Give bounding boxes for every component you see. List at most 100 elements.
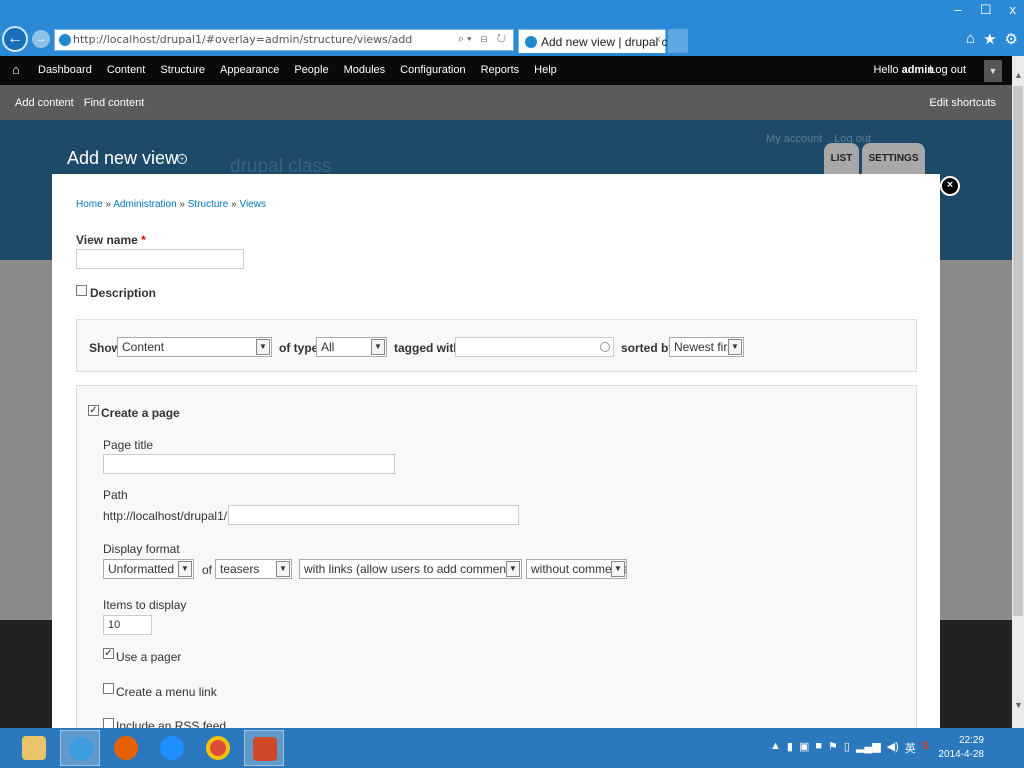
breadcrumb-home[interactable]: Home	[76, 199, 103, 210]
required-mark: *	[141, 233, 146, 247]
page-title-input[interactable]	[103, 454, 395, 474]
shortcut-find-content[interactable]: Find content	[84, 97, 145, 109]
menu-link-checkbox[interactable]	[103, 683, 114, 694]
row-style-arrow-icon: ▼	[276, 561, 290, 577]
rss-label[interactable]: Include an RSS feed	[116, 719, 226, 728]
toolbar-item-help[interactable]: Help	[534, 64, 557, 76]
network-icon[interactable]: ▂▄▆	[856, 740, 881, 756]
action-center-flag-icon[interactable]: ⚑	[828, 740, 838, 756]
toolbar-logout-link[interactable]: Log out	[929, 64, 966, 76]
new-tab-button[interactable]	[668, 29, 688, 53]
create-page-label[interactable]: Create a page	[101, 406, 180, 420]
ie-toolbar-icons: ⌂ ★ ⚙	[966, 30, 1018, 48]
shortcut-add-content[interactable]: Add content	[15, 97, 74, 109]
taskbar-firefox[interactable]	[106, 730, 146, 766]
close-window-button[interactable]: x	[1010, 2, 1017, 18]
page-scrollbar[interactable]: ▲ ▼	[1012, 56, 1024, 728]
overlay-close-icon[interactable]: ×	[940, 176, 960, 196]
description-label[interactable]: Description	[90, 286, 156, 300]
browser-tab[interactable]: Add new view | drupal cl... ×	[518, 29, 680, 53]
tray-arrow-icon[interactable]: ▲	[770, 740, 781, 756]
taskbar-ie[interactable]	[60, 730, 100, 766]
sorted-by-select[interactable]: Newest first ▼	[669, 337, 744, 357]
taskbar-chrome[interactable]	[198, 730, 238, 766]
taskbar-clock[interactable]: 22:29 2014-4-28	[938, 734, 984, 762]
create-page-checkbox[interactable]: ✓	[88, 405, 99, 416]
scrollbar-thumb[interactable]	[1013, 86, 1023, 616]
scroll-down-icon[interactable]: ▼	[1014, 700, 1023, 710]
description-checkbox[interactable]	[76, 285, 87, 296]
edit-shortcuts-link[interactable]: Edit shortcuts	[929, 97, 996, 109]
items-to-display-input[interactable]: 10	[103, 615, 152, 635]
menu-link-label[interactable]: Create a menu link	[116, 685, 217, 699]
display-style-select[interactable]: Unformatted list ▼	[103, 559, 194, 579]
address-bar[interactable]: http://localhost/drupal1/#overlay=admin/…	[54, 29, 514, 51]
tab-close-icon[interactable]: ×	[655, 34, 661, 46]
view-name-label: View name *	[76, 233, 146, 247]
breadcrumb-administration[interactable]: Administration	[113, 199, 176, 210]
maximize-button[interactable]: ☐	[980, 2, 992, 18]
forward-arrow-icon[interactable]: →	[32, 30, 50, 48]
path-input[interactable]	[228, 505, 519, 525]
toolbar-item-structure[interactable]: Structure	[160, 64, 205, 76]
sorted-by-select-arrow-icon: ▼	[728, 339, 742, 355]
ime-indicator[interactable]: 英	[905, 740, 916, 756]
taskbar-skype-app[interactable]	[152, 730, 192, 766]
links-select[interactable]: with links (allow users to add comments,…	[299, 559, 522, 579]
back-arrow-icon[interactable]: ←	[2, 26, 28, 52]
tray-phone-icon[interactable]: ▯	[844, 740, 850, 756]
settings-gear-icon[interactable]: ⚙	[1005, 30, 1018, 48]
wizard-show-fieldset: Show Content ▼ of type All ▼ tagged with s…	[76, 319, 917, 372]
shortcut-add-icon[interactable]: +	[177, 154, 187, 164]
toolbar-item-dashboard[interactable]: Dashboard	[38, 64, 92, 76]
use-pager-label[interactable]: Use a pager	[116, 650, 181, 664]
of-type-select[interactable]: All ▼	[316, 337, 387, 357]
toolbar-item-reports[interactable]: Reports	[481, 64, 520, 76]
rss-checkbox[interactable]	[103, 718, 114, 728]
toolbar-home-icon[interactable]: ⌂	[12, 62, 20, 77]
site-account-links: My account Log out	[766, 133, 871, 145]
page-title-label: Page title	[103, 438, 154, 452]
display-format-label: Display format	[103, 542, 180, 556]
comments-arrow-icon: ▼	[611, 561, 625, 577]
user-greeting: Hello admin	[873, 64, 934, 76]
scroll-up-icon[interactable]: ▲	[1014, 70, 1023, 80]
favorites-star-icon[interactable]: ★	[983, 30, 996, 48]
shortcuts-bar: Add content Find content Edit shortcuts	[0, 85, 1012, 120]
breadcrumb-views[interactable]: Views	[239, 199, 266, 210]
tab-settings[interactable]: SETTINGS	[862, 143, 925, 174]
show-select-value: Content	[122, 340, 165, 354]
my-account-link[interactable]: My account	[766, 133, 822, 145]
tagged-with-input[interactable]	[455, 337, 614, 357]
row-style-select[interactable]: teasers ▼	[215, 559, 292, 579]
tray-green-icon[interactable]: ■	[815, 740, 822, 756]
toolbar-item-appearance[interactable]: Appearance	[220, 64, 279, 76]
taskbar-explorer[interactable]	[14, 730, 54, 766]
toolbar-item-modules[interactable]: Modules	[344, 64, 386, 76]
address-url[interactable]: http://localhost/drupal1/#overlay=admin/…	[73, 33, 412, 46]
toolbar-item-configuration[interactable]: Configuration	[400, 64, 465, 76]
links-value: with links (allow users to add comments,…	[304, 562, 522, 576]
address-tools-icon[interactable]: ⌕▾ ⊟ ↻	[458, 33, 509, 46]
minimize-button[interactable]: –	[955, 2, 962, 18]
autocomplete-throbber-icon	[600, 342, 610, 352]
row-style-value: teasers	[220, 562, 260, 576]
tray-app-icon[interactable]: ▮	[787, 740, 793, 756]
shortcuts-toggle-icon[interactable]: ▼	[984, 60, 1002, 82]
breadcrumb: Home » Administration » Structure » View…	[76, 199, 266, 210]
show-select[interactable]: Content ▼	[117, 337, 272, 357]
taskbar-powerpoint[interactable]	[244, 730, 284, 766]
breadcrumb-structure[interactable]: Structure	[188, 199, 229, 210]
use-pager-checkbox[interactable]: ✓	[103, 648, 114, 659]
view-name-input[interactable]	[76, 249, 244, 269]
home-icon[interactable]: ⌂	[966, 30, 975, 48]
tab-list[interactable]: LIST	[824, 143, 859, 174]
of-type-select-arrow-icon: ▼	[371, 339, 385, 355]
tab-favicon-icon	[525, 36, 537, 48]
sogou-s-icon[interactable]: S	[922, 740, 929, 756]
comments-select[interactable]: without comments ▼	[526, 559, 627, 579]
volume-icon[interactable]: ◀)	[887, 740, 899, 756]
toolbar-item-people[interactable]: People	[294, 64, 328, 76]
toolbar-item-content[interactable]: Content	[107, 64, 146, 76]
tray-device-icon[interactable]: ▣	[799, 740, 809, 756]
